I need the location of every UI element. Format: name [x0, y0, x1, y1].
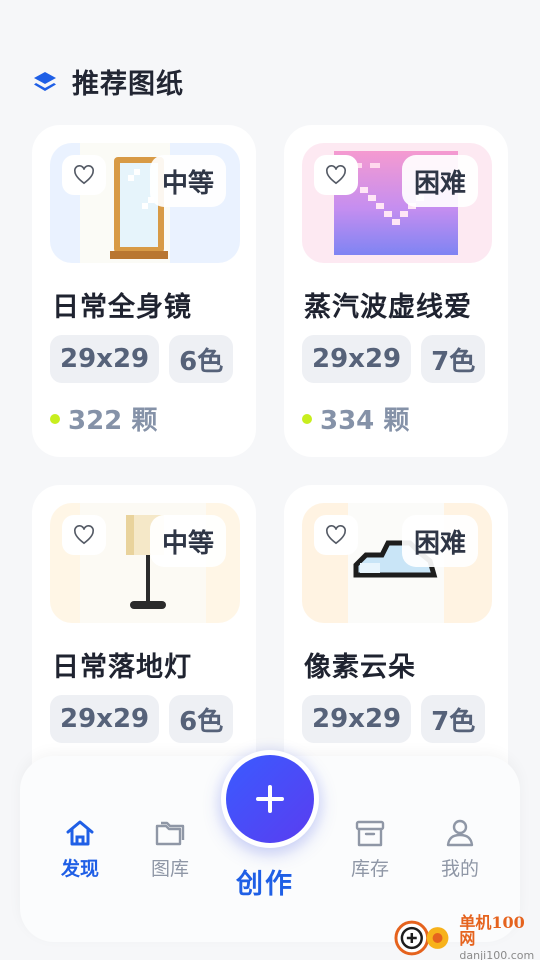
card-title: 像素云朵 [304, 652, 416, 683]
difficulty-badge: 中等 [149, 515, 226, 567]
favorite-button[interactable] [62, 155, 106, 195]
layers-icon [34, 71, 56, 91]
home-icon [66, 820, 94, 846]
difficulty-badge: 困难 [401, 155, 478, 207]
difficulty-badge: 中等 [149, 155, 226, 207]
nav-label: 库存 [350, 858, 389, 880]
colors-tag: 7色 [421, 335, 486, 383]
status-dot [50, 413, 60, 424]
nav-label: 图库 [150, 858, 189, 880]
bead-count-text: 322 颗 [68, 406, 158, 436]
section-header: 推荐图纸 [32, 62, 184, 101]
colors-tag: 6色 [169, 695, 234, 743]
colors-tag: 6色 [169, 335, 234, 383]
heart-icon [74, 165, 94, 185]
bead-count-text: 334 颗 [320, 406, 410, 436]
card-title: 日常落地灯 [52, 652, 192, 683]
nav-label: 我的 [440, 858, 479, 880]
plus-icon [256, 785, 284, 813]
pattern-card[interactable]: 困难 蒸汽波虚线爱 29x29 7色 334 颗 [284, 125, 508, 457]
pattern-thumbnail: 中等 [50, 503, 240, 623]
heart-icon [326, 165, 346, 185]
size-tag: 29x29 [302, 695, 412, 743]
nav-label: 发现 [60, 858, 99, 880]
nav-inventory[interactable]: 库存 [330, 816, 410, 881]
favorite-button[interactable] [314, 155, 358, 195]
card-title: 蒸汽波虚线爱 [304, 292, 472, 323]
size-tag: 29x29 [302, 335, 412, 383]
bead-count: 334 颗 [302, 400, 409, 437]
create-label: 创作 [236, 869, 294, 900]
pattern-thumbnail: 困难 [302, 503, 492, 623]
nav-gallery[interactable]: 图库 [130, 816, 210, 881]
pattern-thumbnail: 中等 [50, 143, 240, 263]
favorite-button[interactable] [62, 515, 106, 555]
watermark: 单机100网 danji100.com [392, 913, 540, 960]
pattern-thumbnail: 困难 [302, 143, 492, 263]
nav-profile[interactable]: 我的 [420, 816, 500, 881]
user-icon [446, 819, 474, 847]
watermark-url: danji100.com [459, 949, 535, 960]
status-dot [302, 413, 312, 424]
favorite-button[interactable] [314, 515, 358, 555]
size-tag: 29x29 [50, 695, 160, 743]
bead-count: 322 颗 [50, 400, 157, 437]
nav-discover[interactable]: 发现 [40, 816, 120, 881]
archive-icon [355, 820, 385, 847]
heart-icon [74, 525, 94, 545]
create-button-face [226, 755, 314, 843]
size-tag: 29x29 [50, 335, 160, 383]
watermark-text: 单机100网 [459, 913, 525, 948]
section-title: 推荐图纸 [72, 69, 184, 100]
difficulty-badge: 困难 [401, 515, 478, 567]
card-title: 日常全身镜 [52, 292, 192, 323]
colors-tag: 7色 [421, 695, 486, 743]
heart-icon [326, 525, 346, 545]
folder-icon [155, 821, 185, 846]
watermark-logo [394, 920, 449, 956]
create-button[interactable] [221, 750, 319, 848]
pattern-card[interactable]: 中等 日常全身镜 29x29 6色 322 颗 [32, 125, 256, 457]
